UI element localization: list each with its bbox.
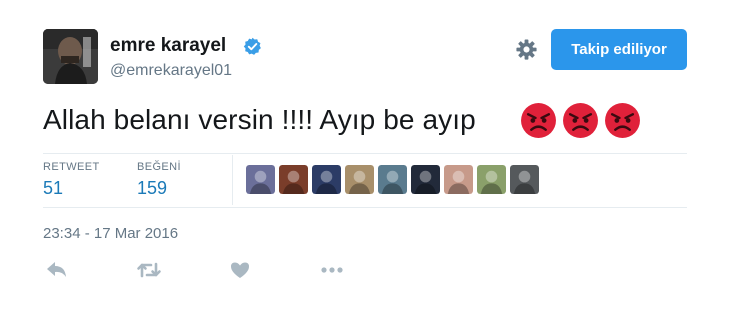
stats-divider-top	[43, 153, 687, 154]
gear-icon[interactable]	[515, 38, 538, 61]
following-button[interactable]: Takip ediliyor	[551, 29, 687, 70]
liker-avatar[interactable]	[246, 165, 275, 194]
avatar[interactable]	[43, 29, 98, 84]
reply-icon[interactable]	[44, 260, 70, 280]
user-handle[interactable]: @emrekarayel01	[110, 62, 232, 80]
like-label: BEĞENİ	[137, 161, 181, 173]
stats-separator	[232, 155, 233, 205]
liker-avatars	[246, 165, 539, 194]
retweet-label: RETWEET	[43, 161, 100, 173]
liker-avatar[interactable]	[477, 165, 506, 194]
liker-avatar[interactable]	[345, 165, 374, 194]
tweet-text: Allah belanı versin !!!! Ayıp be ayıp	[43, 104, 476, 135]
timestamp[interactable]: 23:34 - 17 Mar 2016	[43, 225, 178, 242]
like-icon[interactable]	[227, 260, 253, 280]
more-icon[interactable]	[319, 260, 345, 280]
stats-divider-bottom	[43, 207, 687, 208]
avatar-image	[43, 29, 98, 84]
liker-avatar[interactable]	[312, 165, 341, 194]
liker-avatar[interactable]	[444, 165, 473, 194]
emoji-group	[520, 102, 641, 139]
liker-avatar[interactable]	[378, 165, 407, 194]
like-stat[interactable]: BEĞENİ 159	[137, 161, 181, 199]
angry-face-icon	[605, 103, 640, 138]
liker-avatar[interactable]	[279, 165, 308, 194]
liker-avatar[interactable]	[510, 165, 539, 194]
display-name[interactable]: emre karayel	[110, 35, 226, 57]
liker-avatar[interactable]	[411, 165, 440, 194]
angry-face-icon	[563, 103, 598, 138]
retweet-icon[interactable]	[136, 260, 162, 280]
angry-face-icon	[521, 103, 556, 138]
retweet-count: 51	[43, 178, 64, 198]
like-count: 159	[137, 178, 168, 198]
verified-badge-icon	[243, 37, 261, 55]
retweet-stat[interactable]: RETWEET 51	[43, 161, 100, 199]
